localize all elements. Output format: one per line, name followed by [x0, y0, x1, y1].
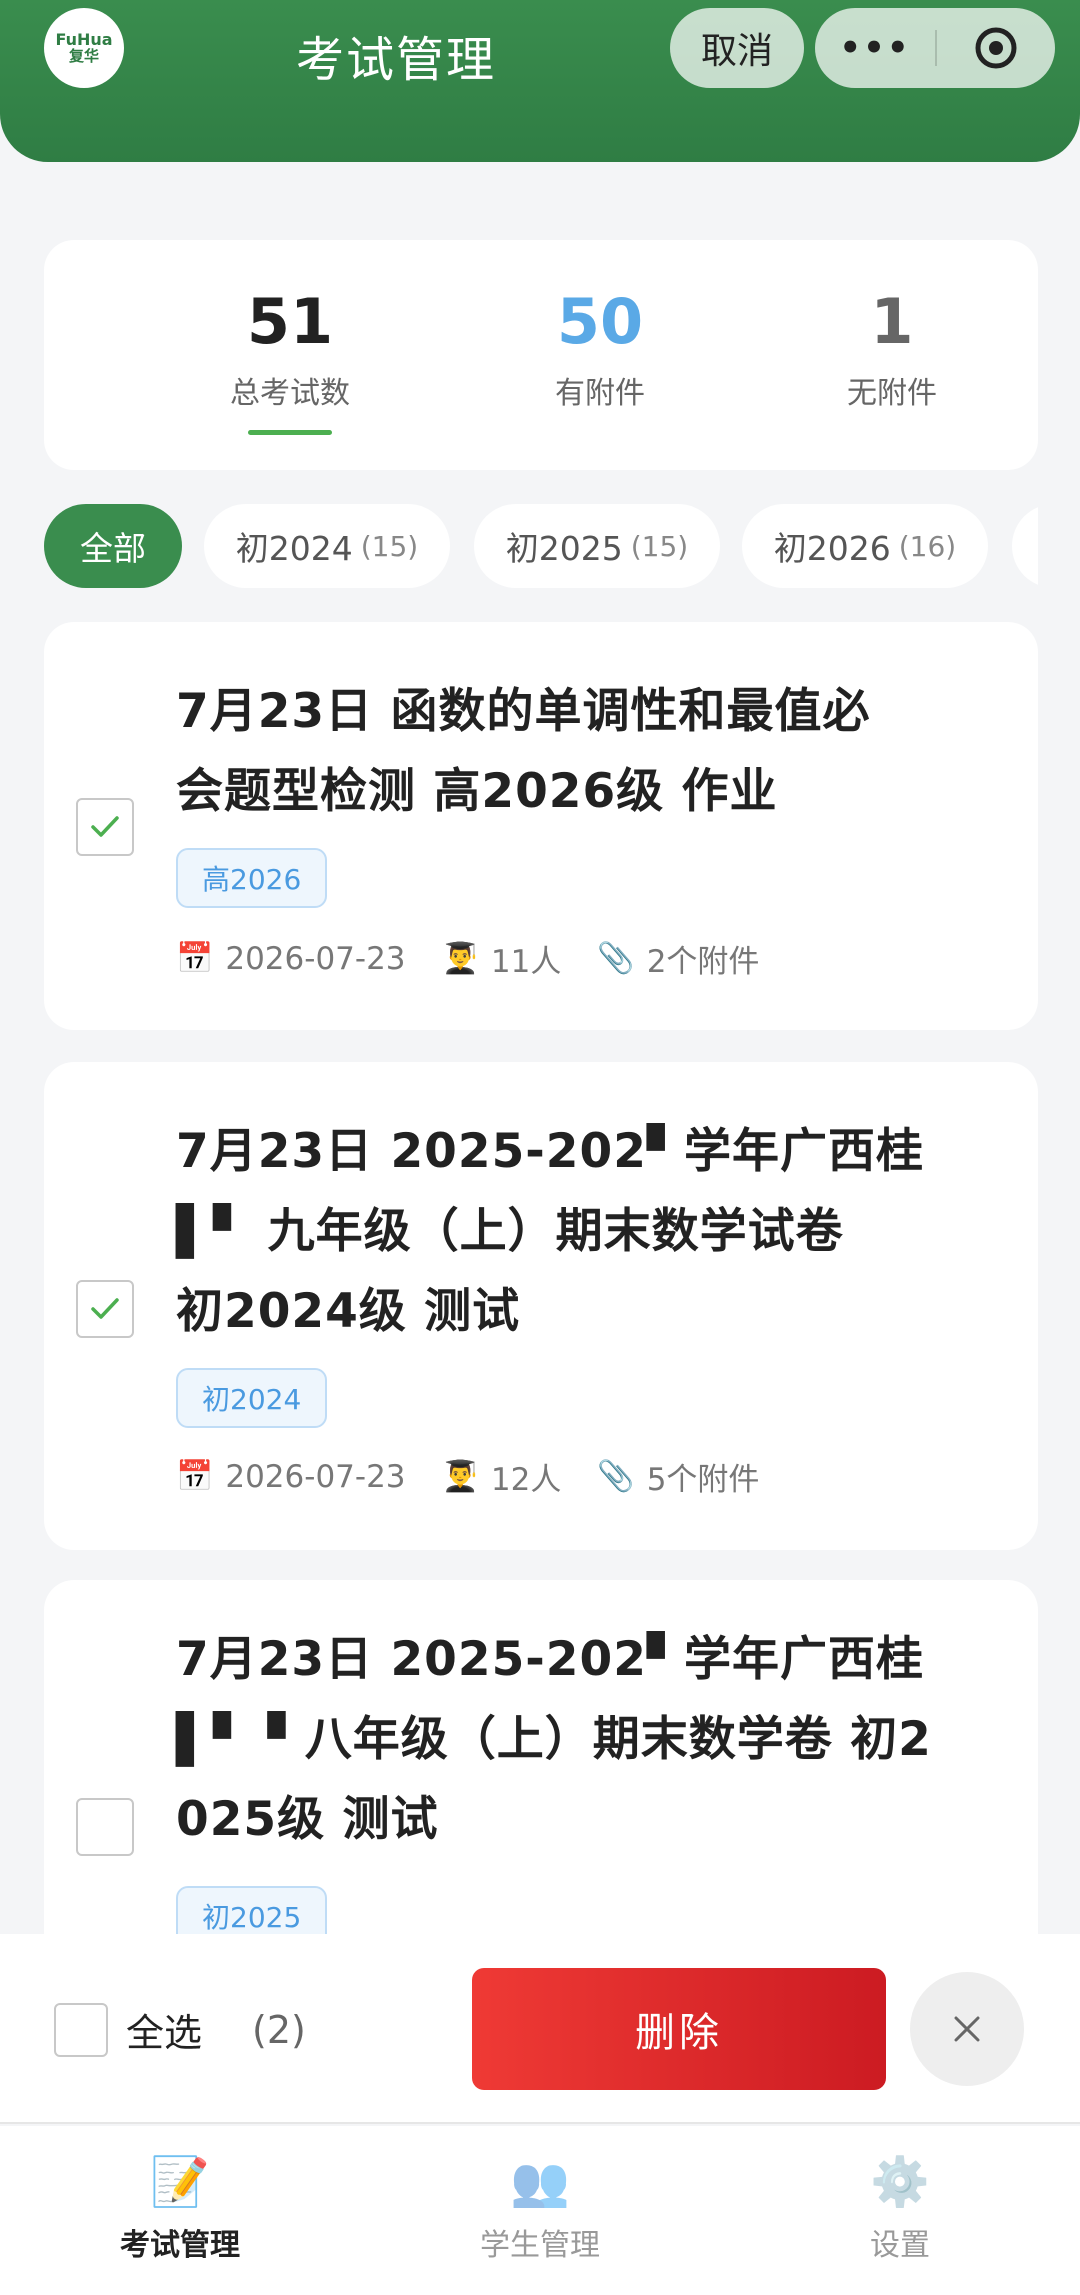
paperclip-icon: 📎: [597, 941, 635, 976]
stat-with-attachments[interactable]: 50 有附件: [500, 288, 700, 412]
exam-select-checkbox[interactable]: [76, 1798, 134, 1856]
close-batch-button[interactable]: [910, 1972, 1024, 2086]
exam-attachments: 5个附件: [646, 1462, 760, 1498]
more-options-icon[interactable]: •••: [815, 28, 935, 68]
delete-button[interactable]: 删除: [472, 1968, 886, 2090]
filter-chip-2024[interactable]: 初2024 (15): [204, 504, 450, 588]
exam-attachments: 2个附件: [646, 944, 760, 980]
grade-tag: 初2024: [176, 1368, 328, 1428]
filter-chip-more[interactable]: [1012, 504, 1038, 588]
student-icon: 👨‍🎓: [441, 1459, 479, 1494]
close-miniprogram-icon[interactable]: [937, 25, 1055, 71]
page-title: 考试管理: [296, 32, 497, 88]
exam-card[interactable]: 7月23日 2025-202▘学年广西桂 ▌▘ ▘八年级（上）期末数学卷 初2 …: [44, 1580, 1038, 1946]
grade-tag: 高2026: [176, 848, 328, 908]
cancel-button[interactable]: 取消: [670, 8, 804, 88]
users-icon: 👥: [510, 2154, 570, 2210]
stat-total[interactable]: 51 总考试数: [190, 288, 390, 412]
header-bar: FuHua 复华 考试管理 取消 •••: [0, 0, 1080, 162]
selected-count: (2): [252, 2007, 306, 2052]
filter-chip-2025[interactable]: 初2025 (15): [474, 504, 720, 588]
mini-program-capsule: •••: [815, 8, 1055, 88]
exam-people: 12人: [490, 1462, 562, 1498]
stat-without-attachments[interactable]: 1 无附件: [792, 288, 992, 412]
grade-filter-bar: 全部 初2024 (15) 初2025 (15) 初2026 (16): [44, 504, 1038, 588]
check-icon: [91, 816, 119, 837]
filter-chip-all[interactable]: 全部: [44, 504, 182, 588]
exam-title: 7月23日 2025-202▘学年广西桂 ▌▘ ▘八年级（上）期末数学卷 初2 …: [176, 1632, 932, 1847]
select-all-label: 全选: [126, 2011, 203, 2055]
tab-student-management[interactable]: 👥 学生管理: [430, 2154, 650, 2264]
memo-icon: 📝: [150, 2154, 210, 2210]
exam-select-checkbox[interactable]: [76, 1280, 134, 1338]
filter-chip-2026[interactable]: 初2026 (16): [742, 504, 988, 588]
bottom-tab-bar: 📝 考试管理 👥 学生管理 ⚙️ 设置: [0, 2126, 1080, 2295]
batch-action-bar: 全选 (2) 删除: [0, 1934, 1080, 2124]
exam-title: 7月23日 函数的单调性和最值必 会题型检测 高2026级 作业: [176, 684, 871, 819]
exam-select-checkbox[interactable]: [76, 798, 134, 856]
stats-card: 51 总考试数 50 有附件 1 无附件: [44, 240, 1038, 470]
exam-meta: 📅 2026-07-23 👨‍🎓 12人 📎 5个附件: [176, 1454, 795, 1499]
exam-title: 7月23日 2025-202▘学年广西桂 ▌▘ 九年级（上）期末数学试卷 初20…: [176, 1124, 925, 1339]
calendar-icon: 📅: [176, 1459, 214, 1494]
exam-card[interactable]: 7月23日 2025-202▘学年广西桂 ▌▘ 九年级（上）期末数学试卷 初20…: [44, 1062, 1038, 1550]
student-icon: 👨‍🎓: [441, 941, 479, 976]
select-all-checkbox[interactable]: [54, 2002, 108, 2057]
app-logo: FuHua 复华: [44, 8, 124, 88]
stat-active-indicator: [248, 430, 332, 435]
close-icon: [954, 2016, 980, 2042]
exam-people: 11人: [490, 944, 562, 980]
tab-settings[interactable]: ⚙️ 设置: [790, 2154, 1010, 2264]
exam-date: 2026-07-23: [225, 940, 406, 977]
calendar-icon: 📅: [176, 941, 214, 976]
gear-icon: ⚙️: [870, 2154, 930, 2210]
check-icon: [91, 1298, 119, 1319]
exam-meta: 📅 2026-07-23 👨‍🎓 11人 📎 2个附件: [176, 936, 795, 981]
select-all-toggle[interactable]: 全选 (2): [54, 2002, 306, 2057]
tab-exam-management[interactable]: 📝 考试管理: [70, 2154, 290, 2264]
exam-date: 2026-07-23: [225, 1458, 406, 1495]
paperclip-icon: 📎: [597, 1459, 635, 1494]
exam-card[interactable]: 7月23日 函数的单调性和最值必 会题型检测 高2026级 作业 高2026 📅…: [44, 622, 1038, 1030]
